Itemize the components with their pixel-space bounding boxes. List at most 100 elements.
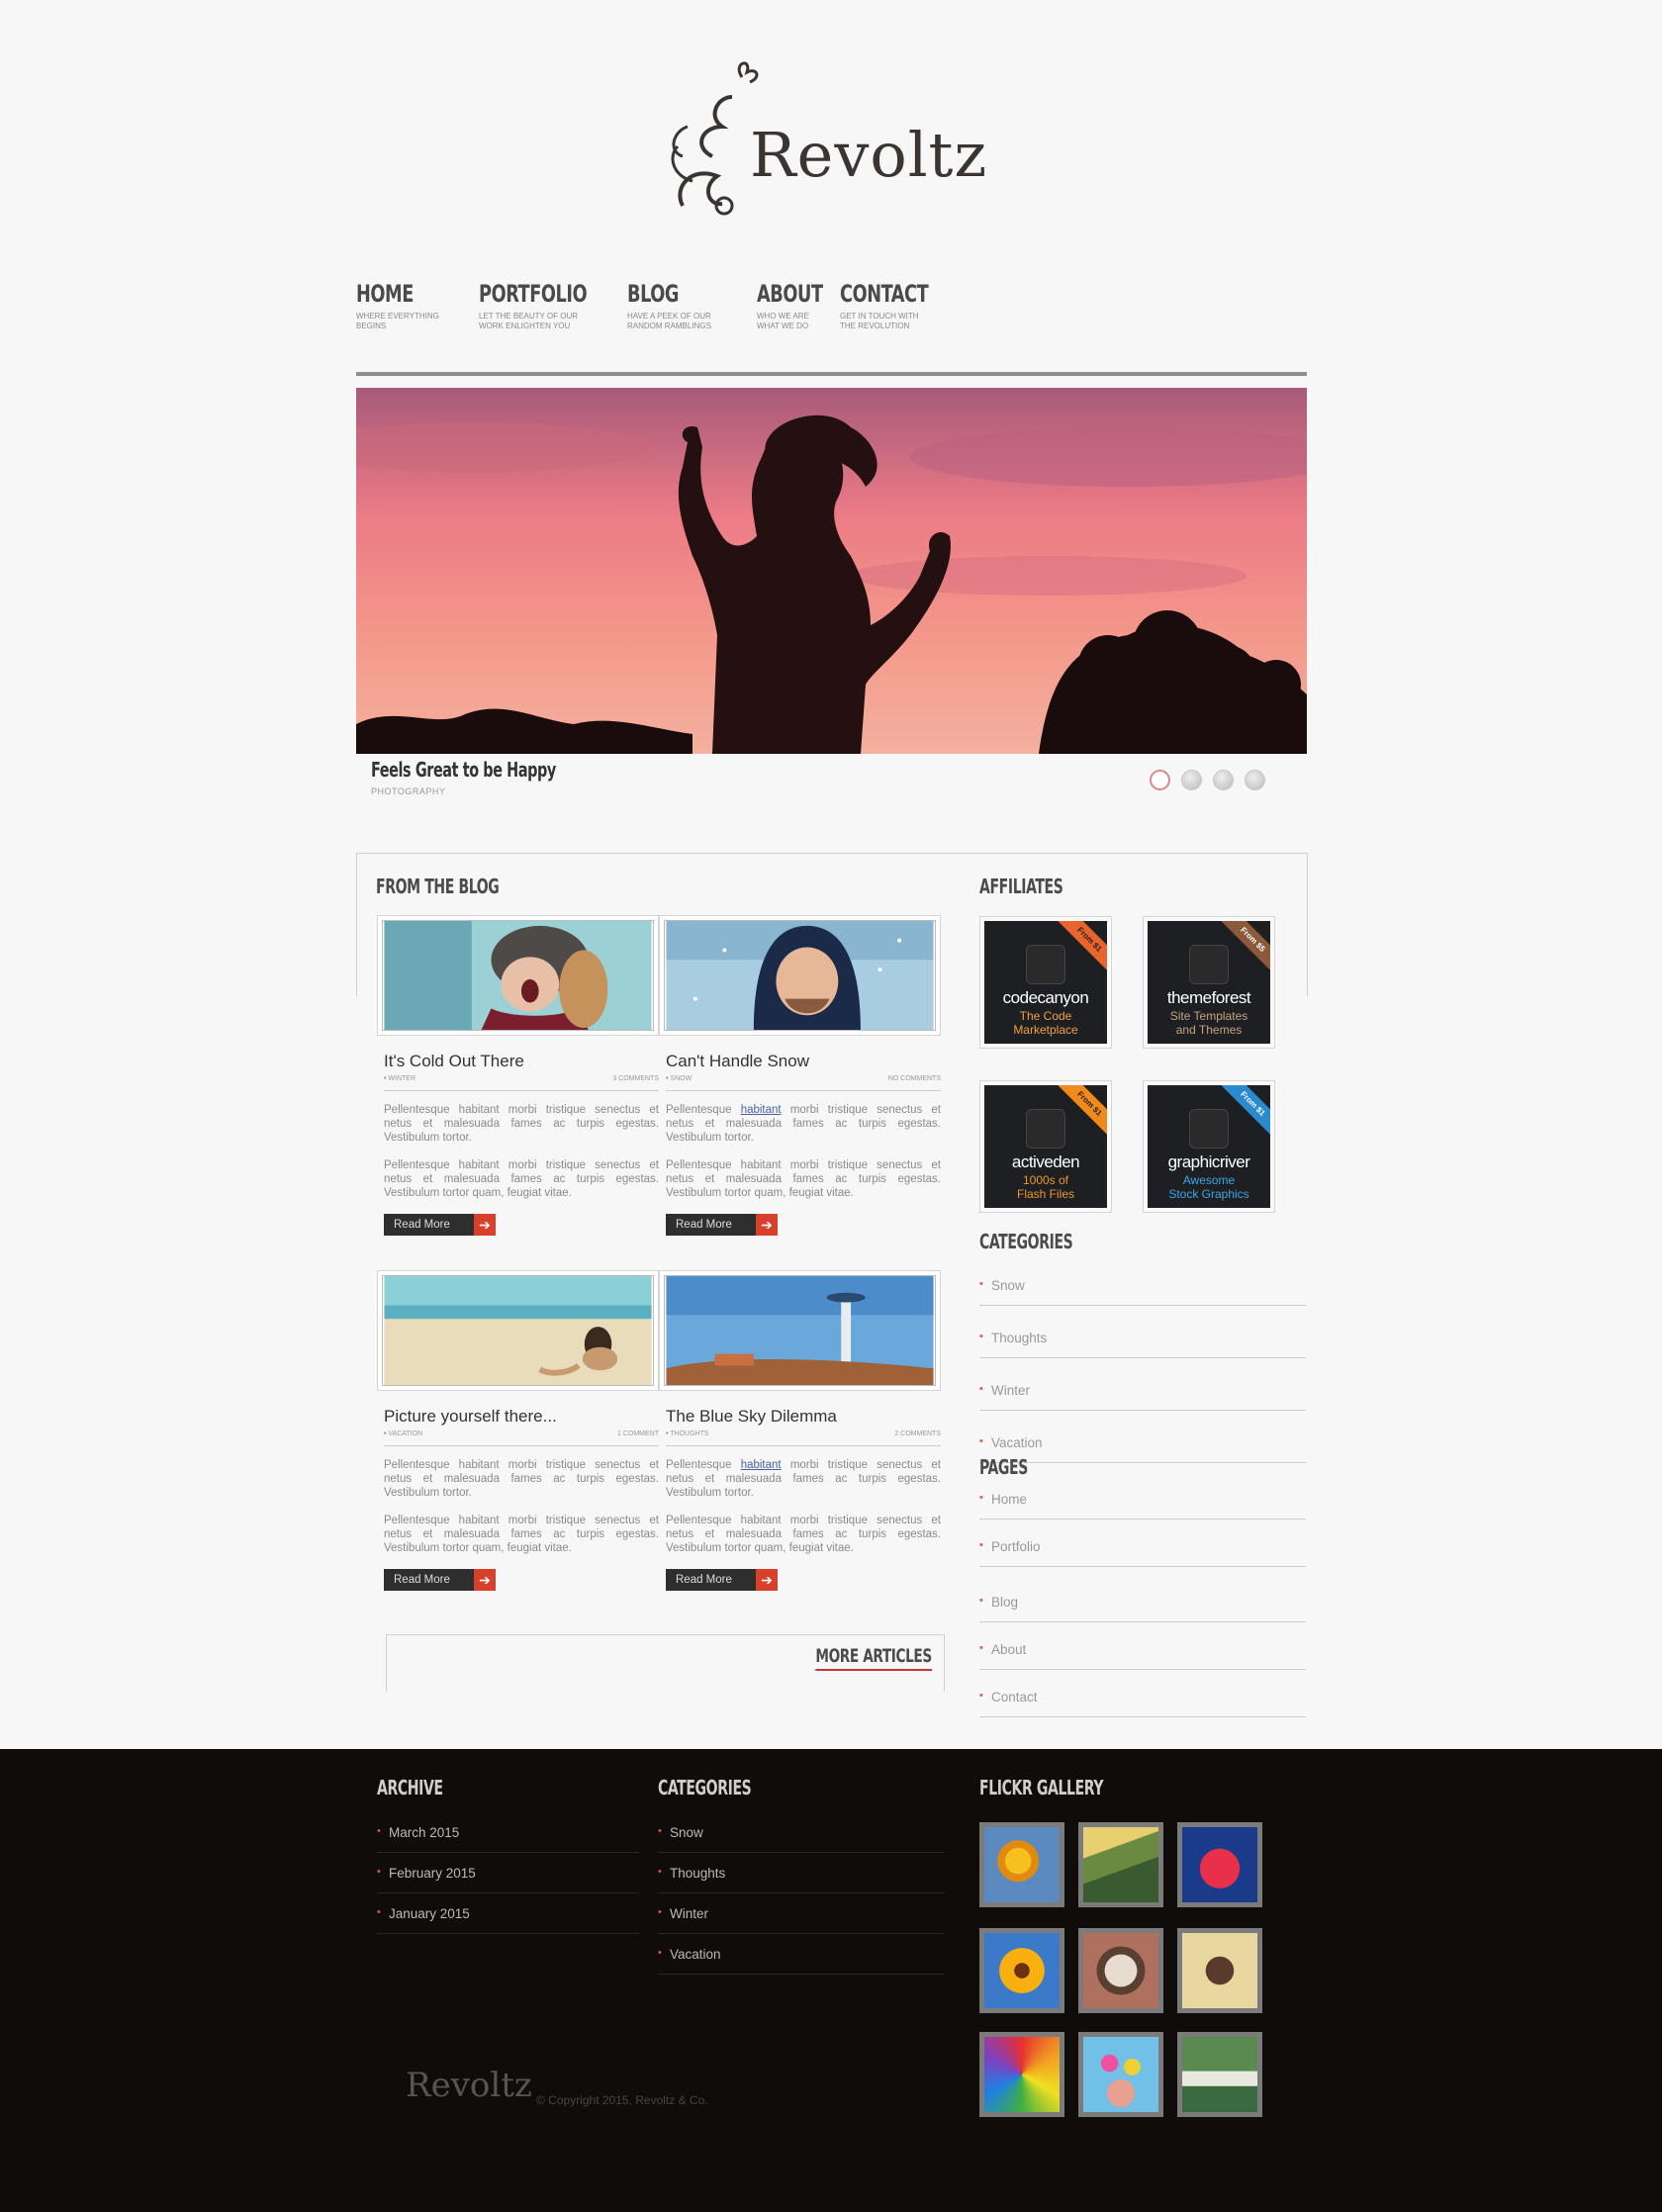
inline-link[interactable]: habitant [741,1459,782,1471]
text: Flash Files [1016,1187,1074,1201]
site-logo[interactable]: Revoltz [663,57,1009,216]
affiliate-name: themeforest [1166,988,1251,1007]
footer-category-item[interactable]: Thoughts [658,1866,945,1893]
flickr-photo[interactable] [979,1928,1064,2013]
page-link-home[interactable]: Home [979,1492,1306,1520]
read-more-button[interactable]: Read More ➔ [384,1214,496,1236]
flickr-photo[interactable] [1177,1928,1262,2013]
nav-blog-label: BLOG [627,280,680,308]
read-more-button[interactable]: Read More ➔ [666,1569,778,1591]
nav-item-blog[interactable]: BLOG HAVE A PEEK OF OUR RANDOM RAMBLINGS [627,280,737,331]
footer-category-item[interactable]: Snow [658,1825,945,1853]
slide-category: PHOTOGRAPHY [371,786,446,796]
post-category[interactable]: THOUGHTS [666,1430,708,1437]
flickr-photo[interactable] [979,1822,1064,1907]
blog-post: Can't Handle Snow SNOW NO COMMENTS Pelle… [659,915,941,1236]
slide-caption: Feels Great to be Happy PHOTOGRAPHY [371,758,602,799]
text: Marketplace [1013,1023,1078,1037]
post-comments[interactable]: 2 COMMENTS [894,1430,941,1437]
post-thumbnail[interactable] [377,1270,659,1391]
post-category[interactable]: WINTER [384,1075,416,1082]
blog-post: It's Cold Out There WINTER 3 COMMENTS Pe… [377,915,659,1236]
post-title[interactable]: Picture yourself there... [384,1407,659,1427]
text: Awesome [1182,1173,1236,1187]
category-item[interactable]: Snow [979,1278,1306,1306]
flickr-photo[interactable] [1078,1822,1163,1907]
post-comments[interactable]: 1 COMMENT [617,1430,659,1437]
post-paragraph: Pellentesque habitant morbi tristique se… [666,1159,941,1199]
post-title[interactable]: Can't Handle Snow [666,1052,941,1071]
flickr-photo[interactable] [1078,1928,1163,2013]
affiliate-codecanyon[interactable]: From $1 codecanyon The Code Marketplace [979,916,1112,1049]
affiliate-activeden[interactable]: From $1 activeden 1000s of Flash Files [979,1080,1112,1213]
post-thumbnail[interactable] [377,915,659,1036]
post-thumbnail[interactable] [659,915,941,1036]
flickr-photo[interactable] [979,2032,1064,2117]
nav-item-home[interactable]: HOME WHERE EVERYTHING BEGINS [356,280,459,331]
nav-about-sub: WHO WE ARE WHAT WE DO [757,312,809,330]
archive-item[interactable]: February 2015 [377,1866,639,1893]
text: 1000s of [1022,1173,1069,1187]
category-item[interactable]: Thoughts [979,1331,1306,1358]
post-paragraph: Pellentesque habitant morbi tristique se… [666,1458,941,1500]
post-title[interactable]: It's Cold Out There [384,1052,659,1071]
swoosh-icon [1026,1109,1065,1149]
read-more-button[interactable]: Read More ➔ [384,1569,496,1591]
pages-list: Home Portfolio Blog About Contact [979,1492,1306,1717]
slider-dot-3[interactable] [1213,770,1234,790]
affiliates-heading: AFFILIATES [979,875,1063,898]
read-more-label: Read More [384,1569,474,1591]
post-category[interactable]: SNOW [666,1075,692,1082]
category-item[interactable]: Winter [979,1383,1306,1411]
arrow-right-icon: ➔ [474,1214,496,1236]
page-link-portfolio[interactable]: Portfolio [979,1539,1306,1567]
page-link-contact[interactable]: Contact [979,1690,1306,1717]
nav-portfolio-label: PORTFOLIO [479,280,588,308]
read-more-label: Read More [384,1214,474,1236]
nav-blog-sub: HAVE A PEEK OF OUR RANDOM RAMBLINGS [627,312,711,330]
footer-categories-list: Snow Thoughts Winter Vacation [658,1825,945,1987]
read-more-button[interactable]: Read More ➔ [666,1214,778,1236]
post-paragraph: Pellentesque habitant morbi tristique se… [384,1459,659,1499]
archive-item[interactable]: March 2015 [377,1825,639,1853]
page-link-about[interactable]: About [979,1642,1306,1670]
affiliate-graphicriver[interactable]: From $1 graphicriver Awesome Stock Graphi… [1143,1080,1275,1213]
category-item[interactable]: Vacation [979,1435,1306,1463]
archive-heading: ARCHIVE [377,1776,443,1799]
post-meta: WINTER 3 COMMENTS [384,1075,659,1091]
archive-item[interactable]: January 2015 [377,1906,639,1934]
footer-category-item[interactable]: Winter [658,1906,945,1934]
post-paragraph: Pellentesque habitant morbi tristique se… [384,1104,659,1144]
read-more-label: Read More [666,1569,756,1591]
footer-category-item[interactable]: Vacation [658,1947,945,1975]
text: Stock Graphics [1168,1187,1249,1201]
slider-dot-2[interactable] [1181,770,1202,790]
inline-link[interactable]: habitant [741,1104,782,1116]
categories-heading: CATEGORIES [979,1230,1073,1253]
page-link-blog[interactable]: Blog [979,1595,1306,1622]
flickr-photo[interactable] [1177,2032,1262,2117]
flickr-photo[interactable] [1078,2032,1163,2117]
hero-slider-image[interactable] [356,388,1307,754]
flickr-photo[interactable] [1177,1822,1262,1907]
nav-item-contact[interactable]: CONTACT GET IN TOUCH WITH THE REVOLUTION [840,280,929,331]
nav-item-portfolio[interactable]: PORTFOLIO LET THE BEAUTY OF OUR WORK ENL… [479,280,607,331]
blog-post: Picture yourself there... VACATION 1 COM… [377,1270,659,1591]
post-comments[interactable]: 3 COMMENTS [612,1075,659,1082]
post-paragraph: Pellentesque habitant morbi tristique se… [666,1515,941,1554]
affiliate-themeforest[interactable]: From $5 themeforest Site Templates and Th… [1143,916,1275,1049]
more-articles-link[interactable]: MORE ARTICLES [815,1645,932,1671]
slider-dot-1[interactable] [1150,770,1170,790]
nav-item-about[interactable]: ABOUT WHO WE ARE WHAT WE DO [757,280,823,331]
post-thumbnail[interactable] [659,1270,941,1391]
slider-dot-4[interactable] [1245,770,1265,790]
footer-logo[interactable]: Revoltz [386,2058,534,2117]
nav-divider [356,372,1307,376]
post-title[interactable]: The Blue Sky Dilemma [666,1407,941,1427]
post-comments[interactable]: NO COMMENTS [888,1075,941,1082]
post-category[interactable]: VACATION [384,1430,422,1437]
affiliate-name: activeden [1011,1152,1080,1171]
nav-home-label: HOME [356,280,414,308]
text: The Code [1019,1009,1072,1023]
text: Site Templates [1169,1009,1248,1023]
